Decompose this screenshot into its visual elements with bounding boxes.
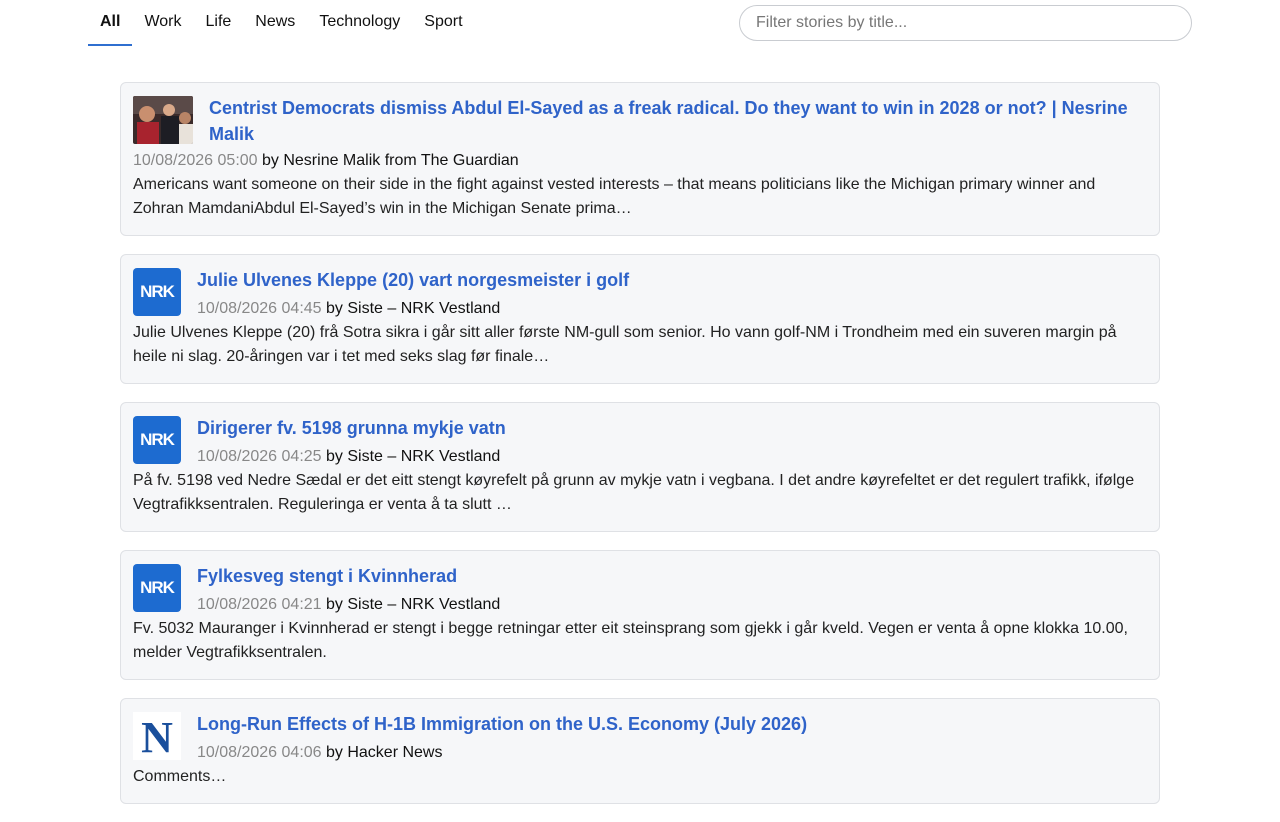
nrk-logo-text: NRK [140, 430, 175, 449]
story-card: N Long-Run Effects of H-1B Immigration o… [120, 698, 1160, 804]
story-summary: På fv. 5198 ved Nedre Sædal er det eitt … [133, 472, 1135, 513]
story-summary: Fv. 5032 Mauranger i Kvinnherad er steng… [133, 620, 1128, 661]
tab-news[interactable]: News [243, 0, 307, 46]
story-summary: Julie Ulvenes Kleppe (20) frå Sotra sikr… [133, 324, 1117, 365]
nrk-logo-icon: NRK [133, 564, 181, 612]
story-date: 10/08/2026 05:00 [133, 152, 258, 169]
story-card: Centrist Democrats dismiss Abdul El-Saye… [120, 82, 1160, 236]
story-byline: by Nesrine Malik from The Guardian [257, 152, 519, 169]
nrk-logo-text: NRK [140, 578, 175, 597]
nrk-logo-icon: NRK [133, 416, 181, 464]
tab-all[interactable]: All [88, 0, 133, 46]
story-byline: by Hacker News [321, 744, 443, 761]
story-photo-thumbnail [133, 96, 193, 144]
story-date: 10/08/2026 04:21 [197, 596, 322, 613]
story-title-link[interactable]: Centrist Democrats dismiss Abdul El-Saye… [133, 95, 1147, 147]
filter-stories-input[interactable] [739, 5, 1192, 41]
story-title-link[interactable]: Julie Ulvenes Kleppe (20) vart norgesmei… [133, 267, 1147, 293]
category-tabs: All Work Life News Technology Sport [88, 0, 475, 46]
tab-technology[interactable]: Technology [307, 0, 412, 46]
story-meta: 10/08/2026 04:45 by Siste – NRK Vestland [133, 297, 1147, 321]
story-card: NRK Dirigerer fv. 5198 grunna mykje vatn… [120, 402, 1160, 532]
tab-sport[interactable]: Sport [412, 0, 474, 46]
story-card: NRK Julie Ulvenes Kleppe (20) vart norge… [120, 254, 1160, 384]
story-title-link[interactable]: Long-Run Effects of H-1B Immigration on … [133, 711, 1147, 737]
story-list: Centrist Democrats dismiss Abdul El-Saye… [120, 82, 1160, 822]
hn-logo-text: N [141, 713, 173, 760]
story-summary: Americans want someone on their side in … [133, 176, 1096, 217]
tab-life[interactable]: Life [194, 0, 244, 46]
tab-work[interactable]: Work [132, 0, 193, 46]
story-title-link[interactable]: Fylkesveg stengt i Kvinnherad [133, 563, 1147, 589]
story-byline: by Siste – NRK Vestland [321, 596, 501, 613]
story-summary: Comments… [133, 768, 227, 785]
story-card: NRK Fylkesveg stengt i Kvinnherad 10/08/… [120, 550, 1160, 680]
story-date: 10/08/2026 04:25 [197, 448, 322, 465]
nrk-logo-text: NRK [140, 282, 175, 301]
story-byline: by Siste – NRK Vestland [321, 300, 501, 317]
story-meta: 10/08/2026 04:25 by Siste – NRK Vestland [133, 445, 1147, 469]
nrk-logo-icon: NRK [133, 268, 181, 316]
hn-logo-icon: N [133, 712, 181, 760]
story-byline: by Siste – NRK Vestland [321, 448, 501, 465]
top-nav: All Work Life News Technology Sport [0, 0, 1280, 60]
story-meta: 10/08/2026 04:06 by Hacker News [133, 741, 1147, 765]
story-meta: 10/08/2026 05:00 by Nesrine Malik from T… [133, 149, 1147, 173]
story-meta: 10/08/2026 04:21 by Siste – NRK Vestland [133, 593, 1147, 617]
story-title-link[interactable]: Dirigerer fv. 5198 grunna mykje vatn [133, 415, 1147, 441]
story-date: 10/08/2026 04:45 [197, 300, 322, 317]
story-date: 10/08/2026 04:06 [197, 744, 322, 761]
